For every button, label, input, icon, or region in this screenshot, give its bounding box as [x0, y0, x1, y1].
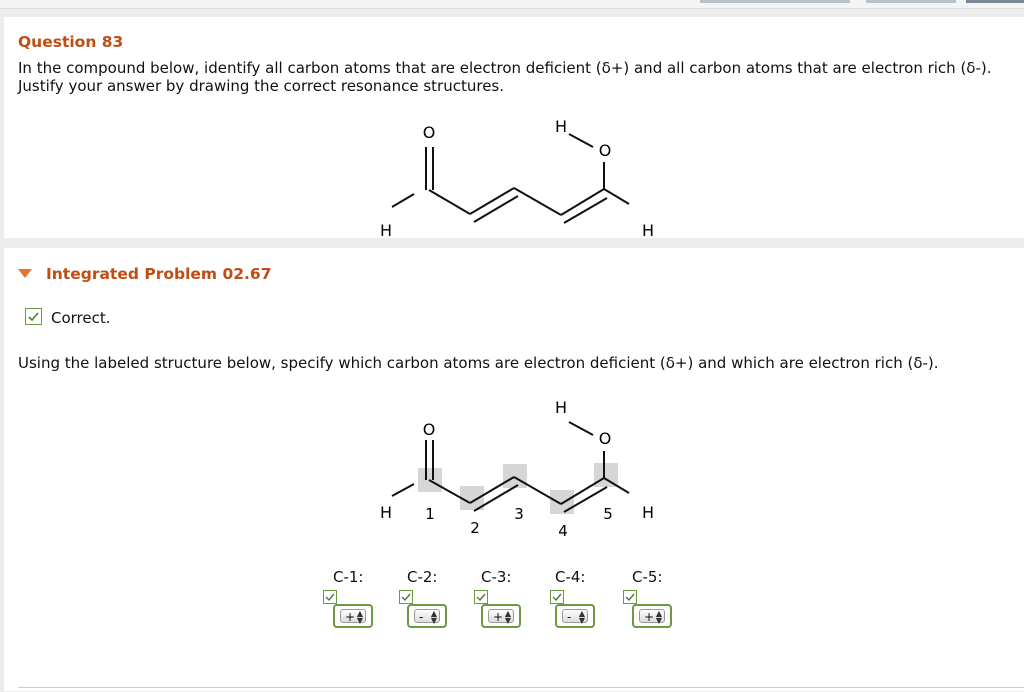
select-value: -	[567, 610, 572, 624]
carbon-number: 1	[425, 505, 435, 523]
correct-check-icon	[550, 590, 564, 604]
select-arrows-icon: ▲ ▼	[356, 609, 363, 625]
select-arrows-icon: ▲ ▼	[578, 609, 585, 625]
problem-title[interactable]: Integrated Problem 02.67	[46, 265, 271, 283]
problem-panel: Integrated Problem 02.67 Correct. Using …	[4, 248, 1024, 691]
answer-select-c3[interactable]: + ▲ ▼	[481, 604, 521, 628]
top-bar-segment	[966, 0, 1024, 3]
answer-select-c2[interactable]: - ▲ ▼	[407, 604, 447, 628]
correct-check-icon	[399, 590, 413, 604]
carbon-number: 4	[558, 522, 568, 540]
answer-select-c5[interactable]: + ▲ ▼	[632, 604, 672, 628]
atom-label: O	[423, 123, 436, 142]
status-text: Correct.	[51, 309, 111, 327]
select-value: +	[345, 610, 356, 624]
top-bar	[0, 0, 1024, 9]
atom-label: H	[642, 503, 654, 522]
carbon-number: 5	[603, 505, 613, 523]
select-value: +	[644, 610, 655, 624]
problem-text: Using the labeled structure below, speci…	[18, 354, 939, 372]
atom-label: H	[555, 398, 567, 417]
question-text: In the compound below, identify all carb…	[18, 59, 992, 95]
correct-check-icon	[474, 590, 488, 604]
select-arrows-icon: ▲ ▼	[504, 609, 511, 625]
select-value: -	[419, 610, 424, 624]
carbon-number: 2	[470, 519, 480, 537]
answer-label-c3: C-3:	[481, 568, 512, 586]
question-panel: Question 83 In the compound below, ident…	[4, 17, 1024, 240]
atom-label: H	[380, 503, 392, 522]
top-bar-segment	[700, 0, 850, 3]
atom-label: H	[380, 221, 392, 240]
collapse-triangle-icon[interactable]	[18, 269, 32, 278]
correct-check-icon	[623, 590, 637, 604]
atom-label: H	[642, 221, 654, 240]
atom-label: H	[555, 117, 567, 136]
select-value: +	[493, 610, 504, 624]
labeled-molecule-structure: O H O H H 1 2 3 4 5	[380, 398, 654, 540]
answer-select-c1[interactable]: + ▲ ▼	[333, 604, 373, 628]
select-arrows-icon: ▲ ▼	[655, 609, 662, 625]
atom-label: O	[599, 141, 612, 160]
atom-label: O	[423, 420, 436, 439]
correct-check-icon	[323, 590, 337, 604]
carbon-number: 3	[514, 505, 524, 523]
top-bar-segment	[866, 0, 956, 3]
correct-check-icon	[25, 308, 42, 325]
atom-label: O	[599, 429, 612, 448]
select-arrows-icon: ▲ ▼	[430, 609, 437, 625]
question-title: Question 83	[18, 33, 124, 51]
answer-label-c1: C-1:	[333, 568, 364, 586]
answer-label-c5: C-5:	[632, 568, 663, 586]
bottom-divider	[18, 687, 1024, 692]
answer-select-c4[interactable]: - ▲ ▼	[555, 604, 595, 628]
molecule-structure: O H O H H	[380, 117, 654, 240]
answer-label-c2: C-2:	[407, 568, 438, 586]
answer-label-c4: C-4:	[555, 568, 586, 586]
